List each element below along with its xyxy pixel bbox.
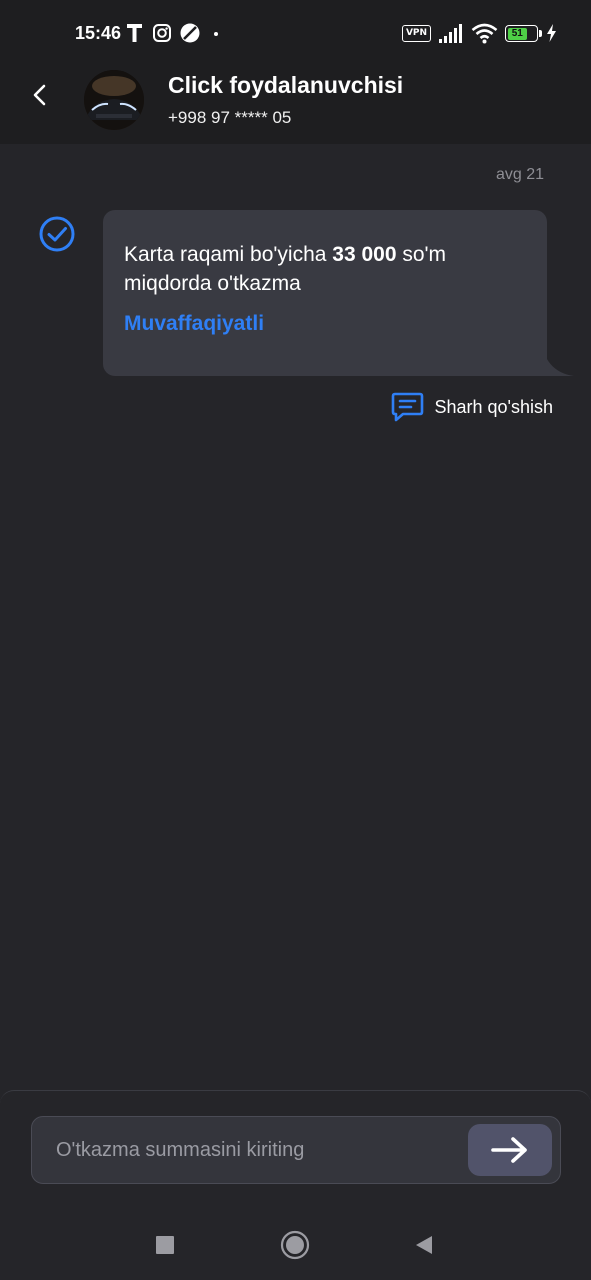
add-comment-label: Sharh qo'shish	[434, 396, 553, 417]
battery-level: 51	[507, 27, 528, 40]
avatar-car-image	[84, 70, 144, 130]
charging-icon	[547, 24, 556, 42]
back-triangle-icon	[416, 1236, 432, 1254]
contact-name: Click foydalanuvchisi	[168, 72, 404, 98]
transfer-chat-screen: 15:46 VPN 51 Click foydalanuvchisi +998 …	[0, 0, 591, 1280]
t-app-icon	[127, 24, 142, 42]
system-nav-bar	[0, 1210, 591, 1280]
recents-button[interactable]	[150, 1230, 180, 1260]
message-icon	[392, 392, 424, 422]
contact-phone: +998 97 ***** 05	[168, 108, 292, 127]
arrow-right-icon	[491, 1137, 527, 1163]
transfer-message-bubble[interactable]: Karta raqami bo'yicha 33 000 so'm miqdor…	[103, 210, 547, 376]
amount-input-container	[31, 1116, 561, 1184]
chevron-left-icon	[33, 84, 46, 106]
send-button[interactable]	[468, 1124, 552, 1176]
transfer-status: Muvaffaqiyatli	[124, 312, 265, 335]
vpn-badge: VPN	[402, 25, 431, 42]
check-circle-icon	[39, 216, 75, 252]
battery-tip	[539, 30, 542, 37]
instagram-icon	[153, 24, 171, 42]
battery-icon: 51	[505, 25, 538, 42]
recents-square-icon	[156, 1236, 174, 1254]
message-text-before: Karta raqami bo'yicha	[124, 243, 333, 266]
message-amount: 33 000	[332, 243, 397, 266]
chat-header: Click foydalanuvchisi +998 97 ***** 05	[0, 62, 591, 144]
dot-icon	[214, 32, 218, 36]
add-comment-button[interactable]: Sharh qo'shish	[391, 391, 553, 423]
status-bar: 15:46 VPN 51	[0, 0, 591, 62]
back-nav-button[interactable]	[409, 1230, 439, 1260]
back-button[interactable]	[22, 76, 58, 112]
wifi-icon	[471, 23, 498, 44]
message-text: Karta raqami bo'yicha 33 000 so'm miqdor…	[124, 240, 524, 298]
signal-icon	[439, 24, 462, 43]
message-date: avg 21	[495, 166, 544, 183]
home-circle-icon	[280, 1230, 310, 1260]
status-time: 15:46	[75, 23, 122, 43]
amount-input[interactable]	[56, 1117, 456, 1183]
bubble-tail	[540, 336, 574, 376]
avatar	[84, 70, 144, 130]
home-button[interactable]	[280, 1230, 310, 1260]
no-disturb-icon	[180, 23, 200, 43]
composer	[0, 1090, 591, 1210]
